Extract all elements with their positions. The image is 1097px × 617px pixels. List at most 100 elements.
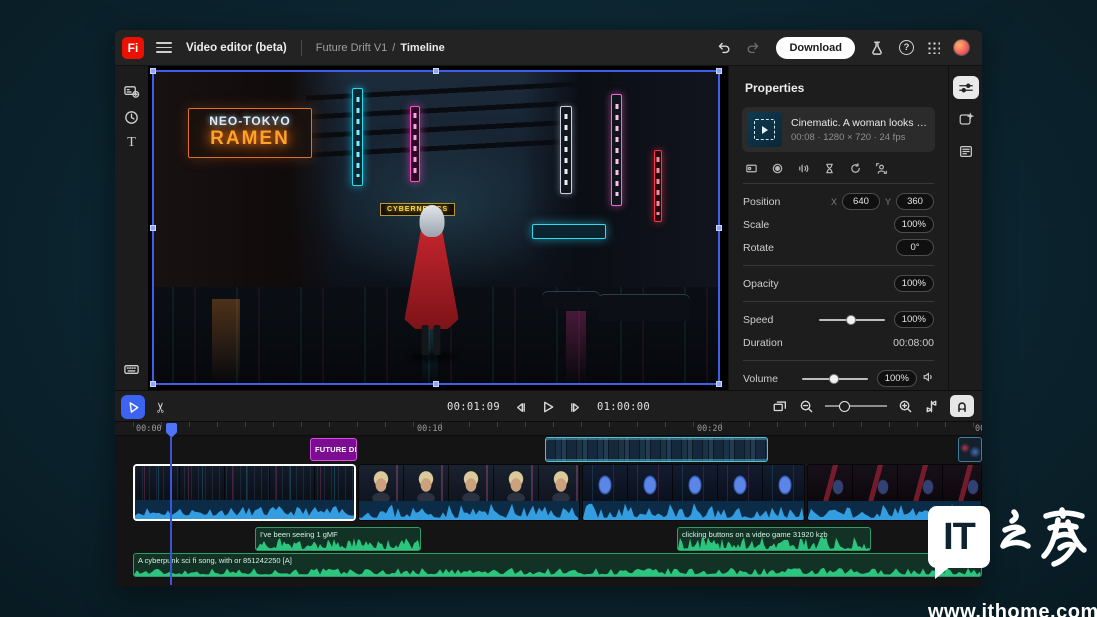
position-y-field[interactable]: 360 [896, 193, 934, 210]
neon-sign-vertical [611, 94, 622, 206]
breadcrumb-current: Timeline [400, 42, 444, 54]
parked-car [542, 291, 600, 309]
split-tool-icon[interactable]: ✂ [152, 401, 169, 413]
timeline-zoom-slider[interactable] [825, 400, 887, 412]
speed-row: Speed 100% [743, 308, 934, 331]
y-axis-label: Y [885, 197, 891, 207]
fit-to-window-icon[interactable] [772, 399, 788, 414]
download-button[interactable]: Download [776, 37, 855, 59]
ruler-label: 00:30 [975, 424, 982, 434]
left-toolbar: T [115, 66, 148, 390]
resize-handle[interactable] [716, 68, 722, 74]
divider [301, 40, 302, 56]
zoom-in-icon[interactable] [898, 399, 913, 414]
snapping-toggle[interactable] [950, 395, 974, 417]
undo-icon[interactable] [714, 39, 732, 57]
volume-slider[interactable] [802, 374, 868, 384]
overlay-video-clip-small[interactable] [958, 437, 982, 462]
zoom-out-icon[interactable] [799, 399, 814, 414]
properties-tab-icon[interactable] [953, 76, 979, 99]
breadcrumb-separator: / [392, 42, 395, 54]
ithome-watermark: IT www.ithome.com [928, 506, 1096, 616]
neon-sign-vertical [352, 88, 363, 186]
play-icon[interactable] [541, 400, 556, 414]
portrait-icon[interactable] [875, 162, 888, 175]
resize-handle[interactable] [150, 225, 156, 231]
ithome-logo-chinese [998, 506, 1090, 585]
video-clip-2[interactable] [358, 464, 580, 521]
resize-handle[interactable] [433, 381, 439, 387]
clip-thumbnail [747, 112, 782, 147]
video-preview[interactable]: NEO-TOKYO RAMEN CYBERNETICS [152, 70, 720, 385]
ruler-label: 00:20 [697, 424, 723, 434]
timeline: 00:00 00:10 00:20 00:30 FUTURE DRIF [115, 422, 982, 587]
add-media-icon[interactable] [115, 78, 148, 104]
resize-handle[interactable] [716, 225, 722, 231]
title-clip[interactable]: FUTURE DRIF [310, 438, 357, 461]
video-clip-3[interactable] [582, 464, 805, 521]
speed-slider[interactable] [819, 315, 885, 325]
split-at-playhead-icon[interactable] [924, 399, 939, 414]
beaker-icon[interactable] [868, 39, 886, 57]
redo-icon[interactable] [745, 39, 763, 57]
resize-handle[interactable] [433, 68, 439, 74]
video-clip-1-selected[interactable] [133, 464, 356, 521]
previous-frame-icon[interactable] [513, 401, 528, 414]
rotate-field[interactable]: 0° [896, 239, 934, 256]
clip-action-row [745, 162, 932, 175]
select-tool-button[interactable] [121, 395, 145, 419]
captions-tab-icon[interactable] [953, 140, 979, 163]
text-tool-icon[interactable]: T [115, 130, 148, 156]
avatar[interactable] [953, 39, 970, 56]
scale-field[interactable]: 100% [894, 216, 934, 233]
overlay-video-clip[interactable] [545, 437, 768, 462]
mask-icon[interactable] [771, 162, 784, 175]
current-timecode: 00:01:09 [447, 401, 500, 413]
x-axis-label: X [831, 197, 837, 207]
opacity-field[interactable]: 100% [894, 275, 934, 292]
properties-panel: Properties Cinematic. A woman looks a...… [728, 66, 948, 390]
music-clip[interactable]: A cyberpunk sci fi song, with or 8512422… [133, 553, 982, 577]
apps-grid-icon[interactable] [927, 41, 940, 54]
video-frame: NEO-TOKYO RAMEN CYBERNETICS [154, 72, 718, 383]
position-x-field[interactable]: 640 [842, 193, 880, 210]
neon-sign-vertical [560, 106, 572, 194]
selected-clip-card[interactable]: Cinematic. A woman looks a... v.ffgenvid… [742, 107, 935, 152]
speed-field[interactable]: 100% [894, 311, 934, 328]
app-window: Fi Video editor (beta) Future Drift V1 /… [115, 30, 982, 587]
keyboard-shortcuts-icon[interactable] [115, 356, 148, 382]
ruler-label: 00:10 [417, 424, 443, 434]
clip-name: Cinematic. A woman looks a... v.ffgenvid [791, 117, 927, 129]
project-name[interactable]: Future Drift V1 [316, 42, 388, 54]
neon-sign-horizontal [532, 224, 606, 239]
timing-icon[interactable] [823, 162, 836, 175]
help-icon[interactable]: ? [899, 40, 914, 55]
history-icon[interactable] [115, 104, 148, 130]
resize-handle[interactable] [150, 68, 156, 74]
sfx-clip-1[interactable]: I've been seeing 1 gMF [255, 527, 421, 551]
timeline-ruler[interactable]: 00:00 00:10 00:20 00:30 [115, 422, 982, 436]
ithome-logo: IT [928, 506, 990, 568]
menu-icon[interactable] [156, 42, 172, 53]
firefly-logo[interactable]: Fi [122, 37, 144, 59]
topbar-actions: Download ? [714, 37, 982, 59]
crop-icon[interactable] [745, 162, 758, 175]
speaker-icon[interactable] [922, 371, 934, 386]
sfx-clip-2[interactable]: clicking buttons on a video game 31920 k… [677, 527, 871, 551]
right-rail [948, 66, 982, 390]
rotate-icon[interactable] [849, 162, 862, 175]
volume-row: Volume 100% [743, 367, 934, 390]
opacity-row: Opacity 100% [743, 272, 934, 295]
resize-handle[interactable] [716, 381, 722, 387]
total-timecode: 01:00:00 [597, 401, 650, 413]
resize-handle[interactable] [150, 381, 156, 387]
sfx-track: I've been seeing 1 gMF clicking buttons … [115, 527, 982, 551]
volume-field[interactable]: 100% [877, 370, 917, 387]
main-area: T [115, 66, 982, 390]
audio-icon[interactable] [797, 162, 810, 175]
music-track: A cyberpunk sci fi song, with or 8512422… [115, 553, 982, 577]
breadcrumb: Future Drift V1 / Timeline [316, 42, 445, 54]
preview-area: NEO-TOKYO RAMEN CYBERNETICS [148, 66, 728, 390]
next-frame-icon[interactable] [569, 401, 584, 414]
generate-tab-icon[interactable] [953, 108, 979, 131]
